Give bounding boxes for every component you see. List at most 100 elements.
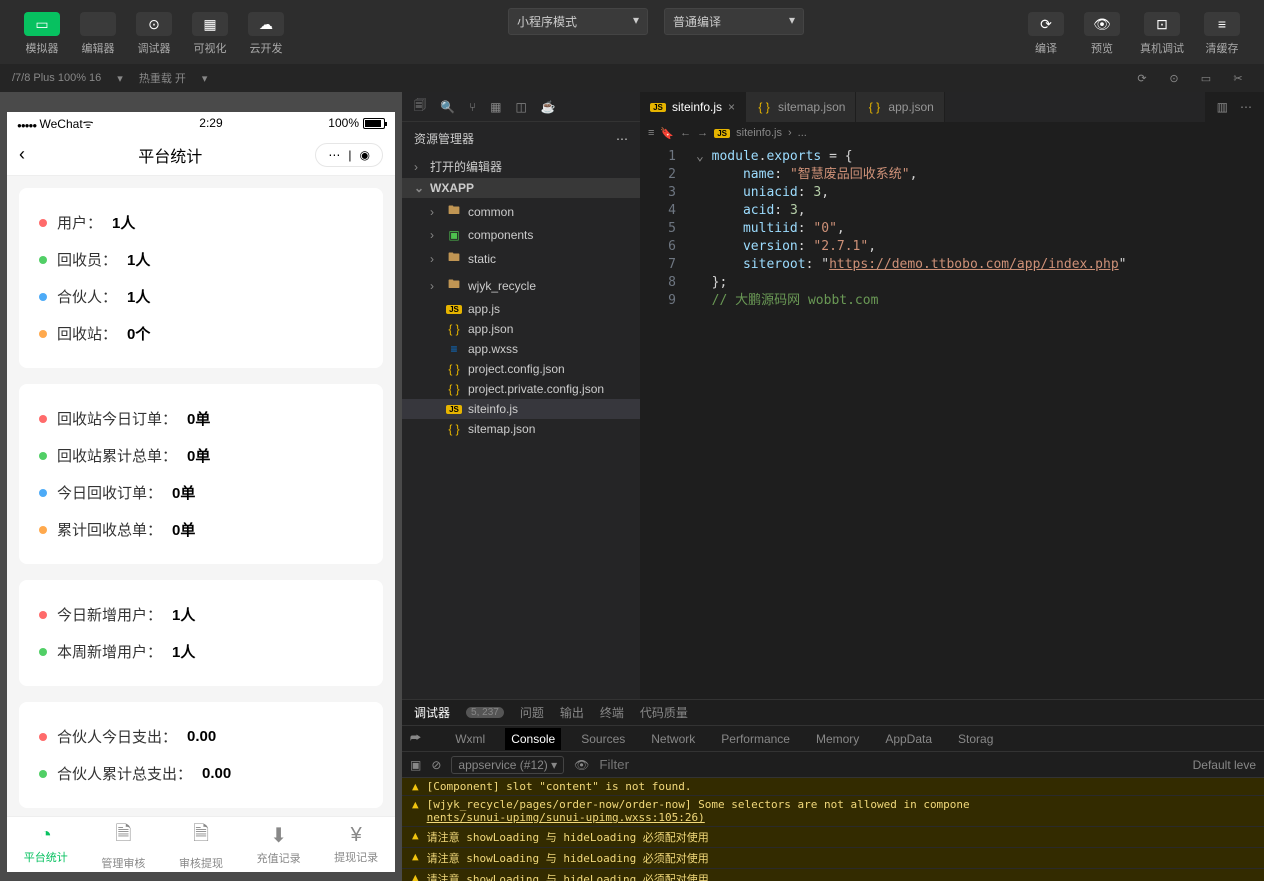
phone-status-bar: WeChatᯤ 2:29 100% [7, 112, 395, 134]
editor-tab[interactable]: { }app.json [856, 92, 944, 122]
console-line: ▲请注意 showLoading 与 hideLoading 必须配对使用 [402, 827, 1264, 848]
bookmark-icon[interactable]: 🔖 [660, 127, 674, 140]
bullet-icon [39, 330, 47, 338]
mode-select[interactable]: 小程序模式 [508, 8, 648, 35]
extensions-icon[interactable]: ◫ [516, 100, 527, 114]
devtools-tab[interactable]: Console [505, 728, 561, 750]
devtools-tab[interactable]: AppData [879, 728, 938, 750]
tree-item[interactable]: ›▣components [402, 225, 640, 245]
stat-row: 回收站今日订单：0单 [39, 400, 363, 437]
breadcrumb-rest[interactable]: ... [798, 127, 807, 139]
device-info[interactable]: /7/8 Plus 100% 16 [12, 72, 101, 84]
tree-item[interactable]: ≡app.wxss [402, 339, 640, 359]
phone-content[interactable]: 用户：1人回收员：1人合伙人：1人回收站：0个回收站今日订单：0单回收站累计总单… [7, 176, 395, 816]
toolbar-vis-button[interactable]: ▦可视化 [184, 8, 236, 60]
carrier-label: WeChat [40, 117, 83, 131]
debug-count-badge: 5, 237 [466, 707, 504, 718]
toolbar-edit-button[interactable]: 编辑器 [72, 8, 124, 60]
more-icon[interactable]: ⋯ [616, 132, 628, 146]
compile-select[interactable]: 普通编译 [664, 8, 804, 35]
opened-editors-section[interactable]: ›打开的编辑器 [402, 155, 640, 178]
split-icon[interactable]: ▥ [1217, 100, 1228, 114]
editor-tab[interactable]: { }sitemap.json [746, 92, 856, 122]
tree-item[interactable]: { }project.config.json [402, 359, 640, 379]
debug-outer-tabs: 调试器 5, 237 问题输出终端代码质量 [402, 700, 1264, 726]
console-output[interactable]: ▲[Component] slot "content" is not found… [402, 778, 1264, 881]
debug-tab[interactable]: 问题 [520, 704, 544, 721]
clear-console-icon[interactable]: ⊘ [431, 758, 441, 772]
tabbar-item[interactable]: ¥提现记录 [317, 817, 395, 872]
project-root[interactable]: ⌄WXAPP [402, 178, 640, 198]
devtools-tab[interactable]: Performance [715, 728, 796, 750]
bullet-icon [39, 770, 47, 778]
tree-item[interactable]: ›🖿wjyk_recycle [402, 272, 640, 299]
cloud-sync-icon[interactable]: ☕ [541, 100, 556, 114]
editor-tab[interactable]: JSsiteinfo.js× [640, 92, 746, 122]
log-level-select[interactable]: Default leve [1193, 758, 1256, 772]
toolbar-action-button[interactable]: ⊡真机调试 [1132, 8, 1192, 60]
filter-input[interactable] [599, 757, 776, 772]
debug-tab[interactable]: 终端 [600, 704, 624, 721]
devtools-tab[interactable]: Sources [575, 728, 631, 750]
devtools-tab[interactable]: Wxml [449, 728, 491, 750]
hot-reload-toggle[interactable]: 热重载 开 [139, 70, 186, 86]
devtools-tab[interactable]: Memory [810, 728, 865, 750]
tree-item[interactable]: { }project.private.config.json [402, 379, 640, 399]
simulator-subtoolbar: /7/8 Plus 100% 16▾ 热重载 开▾ ⟳ ⊙ ▭ ✂ [0, 64, 1264, 92]
refresh-icon[interactable]: ⟳ [1132, 72, 1152, 85]
tabbar-item[interactable]: ◔平台统计 [7, 817, 85, 872]
toolbar-cloud-button[interactable]: ☁云开发 [240, 8, 292, 60]
context-select[interactable]: appservice (#12) ▾ [451, 756, 564, 774]
stat-row: 回收站：0个 [39, 315, 363, 352]
debug-tab[interactable]: 输出 [560, 704, 584, 721]
sidebar-toggle-icon[interactable]: ▣ [410, 758, 421, 772]
devtools-tab[interactable]: Network [645, 728, 701, 750]
nav-back-icon[interactable]: ← [680, 127, 691, 139]
explorer-title: 资源管理器 [414, 130, 474, 147]
capsule-menu[interactable]: ⋯|◉ [315, 143, 383, 167]
back-button[interactable]: ‹ [19, 144, 25, 165]
bullet-icon [39, 293, 47, 301]
close-icon[interactable]: ◉ [356, 148, 374, 162]
toolbar-action-button[interactable]: ≡清缓存 [1196, 8, 1248, 60]
eye-icon[interactable]: 👁 [574, 758, 589, 772]
debug-tab[interactable]: 代码质量 [640, 704, 688, 721]
clip-icon[interactable]: ✂ [1228, 72, 1248, 85]
stat-row: 合伙人累计总支出：0.00 [39, 755, 363, 792]
tabbar-item[interactable]: 🗎管理审核 [85, 817, 163, 872]
toolbar-action-button[interactable]: 👁预览 [1076, 8, 1128, 60]
battery-icon [363, 118, 385, 129]
tree-item[interactable]: JSapp.js [402, 299, 640, 319]
branch-icon[interactable]: ⑂ [469, 100, 476, 114]
devtools-tab[interactable]: Storag [952, 728, 999, 750]
home-icon[interactable]: ▭ [1196, 72, 1216, 85]
inspect-icon[interactable]: ⮫ [410, 731, 421, 746]
nav-fwd-icon[interactable]: → [697, 127, 708, 139]
console-line: ▲请注意 showLoading 与 hideLoading 必须配对使用 [402, 869, 1264, 881]
toolbar-action-button[interactable]: ⟳编译 [1020, 8, 1072, 60]
tree-item[interactable]: ›🖿static [402, 245, 640, 272]
files-icon[interactable]: 🗐 [414, 96, 426, 117]
breadcrumb-file[interactable]: siteinfo.js [736, 127, 782, 139]
code-editor[interactable]: 123456789 ⌄ module.exports = { name: "智慧… [640, 144, 1264, 699]
search-icon[interactable]: 🔍 [440, 100, 455, 114]
tree-item[interactable]: ›🖿common [402, 198, 640, 225]
toolbar-sim-button[interactable]: ▭模拟器 [16, 8, 68, 60]
warning-icon: ▲ [412, 829, 419, 845]
tabbar-item[interactable]: 🗎审核提现 [162, 817, 240, 872]
toolbar-debug-button[interactable]: ⊙调试器 [128, 8, 180, 60]
tabbar-item[interactable]: ⬇充值记录 [240, 817, 318, 872]
back-icon[interactable]: ⊙ [1164, 72, 1184, 85]
more-editor-icon[interactable]: ⋯ [1240, 100, 1252, 114]
console-line: ▲[Component] slot "content" is not found… [402, 778, 1264, 796]
tree-item[interactable]: { }app.json [402, 319, 640, 339]
tree-item[interactable]: JSsiteinfo.js [402, 399, 640, 419]
debug-tab[interactable]: 调试器 [414, 704, 450, 721]
list-icon[interactable]: ≡ [648, 127, 654, 139]
console-toolbar: ▣ ⊘ appservice (#12) ▾ 👁 Default leve [402, 752, 1264, 778]
bullet-icon [39, 415, 47, 423]
blocks-icon[interactable]: ▦ [490, 100, 501, 114]
tree-item[interactable]: { }sitemap.json [402, 419, 640, 439]
close-tab-icon[interactable]: × [728, 100, 735, 114]
menu-icon[interactable]: ⋯ [324, 148, 344, 162]
